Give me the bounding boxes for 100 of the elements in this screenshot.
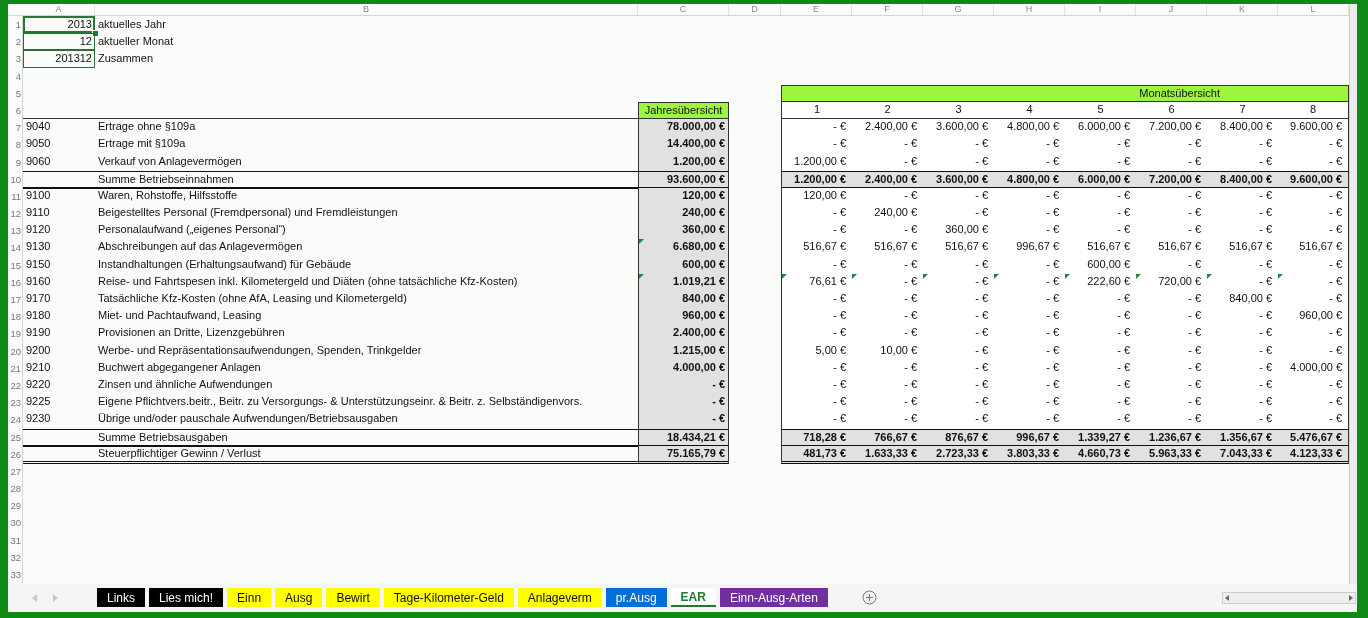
table-cell: 516,67 € [781, 239, 852, 257]
table-cell: 78.000,00 € [638, 119, 729, 137]
table-cell-text: 9220 [25, 376, 52, 392]
row-number: 21 [8, 359, 23, 377]
scroll-left-icon[interactable] [1223, 593, 1231, 602]
sheet-tab[interactable]: Einn [227, 588, 272, 608]
table-cell-text: aktueller Monat [97, 34, 175, 50]
add-sheet-icon[interactable] [861, 590, 877, 606]
table-cell-text: 9050 [25, 136, 52, 152]
table-cell: - € [994, 205, 1065, 223]
table-cell: - € [781, 119, 852, 137]
sheet-tab[interactable]: Lies mich! [149, 588, 224, 608]
horizontal-scrollbar[interactable] [1222, 591, 1356, 604]
table-cell-text: 9200 [25, 342, 52, 358]
sheet-tab[interactable]: pr.Ausg [605, 588, 667, 608]
row-number: 13 [8, 222, 23, 240]
table-cell-text: aktuelles Jahr [97, 17, 167, 32]
sheet-tab[interactable]: Einn-Ausg-Arten [719, 588, 828, 608]
table-cell: - € [638, 411, 729, 429]
scroll-right-icon[interactable] [1347, 593, 1355, 602]
row-number: 1 [8, 16, 23, 34]
table-cell: - € [638, 394, 729, 412]
table-cell: 2.400,00 € [852, 119, 923, 137]
vertical-scrollbar[interactable] [1349, 4, 1357, 584]
table-cell-text: 9180 [25, 308, 52, 324]
column-letter[interactable]: D [729, 4, 781, 15]
sheet-tab[interactable]: EAR [670, 588, 716, 608]
table-cell: - € [923, 325, 994, 343]
table-cell: - € [1278, 291, 1349, 309]
table-cell-text: Tatsächliche Kfz-Kosten (ohne AfA, Leasing und Kilometergeld) [97, 291, 408, 306]
table-cell: 14.400,00 € [638, 136, 729, 154]
sheet-tab[interactable]: Tage-Kilometer-Geld [383, 588, 514, 608]
column-letter[interactable]: A [23, 4, 95, 15]
table-cell-text: 9100 [25, 187, 52, 203]
table-cell: - € [1207, 411, 1278, 429]
table-cell: - € [1278, 205, 1349, 223]
column-letter[interactable]: B [95, 4, 638, 15]
sheet-tab[interactable]: Ausg [275, 588, 323, 608]
table-cell: - € [923, 205, 994, 223]
table-cell-text: Zinsen und ähnliche Aufwendungen [97, 376, 274, 392]
table-cell: - € [923, 394, 994, 412]
table-cell: - € [994, 411, 1065, 429]
table-cell: - € [994, 136, 1065, 154]
table-cell: 2.400,00 € [638, 325, 729, 343]
table-cell: Summe Betriebsausgaben [23, 428, 638, 447]
table-cell-text: Buchwert abgegangener Anlagen [97, 359, 262, 375]
table-cell: - € [852, 411, 923, 429]
sheet-tab[interactable]: Links [97, 588, 145, 608]
column-letter[interactable]: E [781, 4, 852, 15]
table-cell: - € [781, 394, 852, 412]
table-cell: - € [1065, 411, 1136, 429]
row-number: 20 [8, 342, 23, 360]
column-letter[interactable]: J [1136, 4, 1207, 15]
table-cell-text: Waren, Rohstoffe, Hilfsstoffe [97, 187, 239, 203]
column-letter[interactable]: K [1207, 4, 1278, 15]
table-cell: - € [1065, 222, 1136, 240]
table-cell: - € [994, 308, 1065, 326]
table-cell-text: Beigestelltes Personal (Fremdpersonal) und Fremdleistungen [97, 205, 399, 221]
table-cell-text: 9190 [25, 325, 52, 341]
table-cell: - € [1278, 394, 1349, 412]
table-cell: - € [781, 411, 852, 429]
column-letter[interactable]: G [923, 4, 994, 15]
table-cell: - € [1065, 291, 1136, 309]
sheet-tab[interactable]: Bewirt [326, 588, 380, 608]
table-cell-text: Werbe- und Repräsentationsaufwendungen, Spenden, Trinkgelder [97, 342, 423, 358]
table-cell: - € [1136, 411, 1207, 429]
table-cell: - € [1278, 136, 1349, 154]
table-cell[interactable]: 201312 [23, 50, 95, 68]
table-cell-text: Zusammen [97, 51, 155, 67]
row-number: 33 [8, 566, 23, 584]
table-cell[interactable]: 12 [23, 33, 95, 51]
row-number: 11 [8, 187, 23, 206]
table-cell: - € [1065, 394, 1136, 412]
table-cell: - € [1278, 411, 1349, 429]
table-cell-text: 9160 [25, 273, 52, 289]
table-cell: - € [1278, 325, 1349, 343]
table-cell: 516,67 € [1278, 239, 1349, 257]
sheet-tab[interactable]: Anlageverm [517, 588, 602, 608]
table-cell: - € [1136, 394, 1207, 412]
table-cell: 996,67 € [994, 239, 1065, 257]
column-letter[interactable]: C [638, 4, 729, 15]
row-number: 8 [8, 136, 23, 154]
table-cell: - € [852, 394, 923, 412]
table-cell: 3.600,00 € [923, 119, 994, 137]
column-letter[interactable]: H [994, 4, 1065, 15]
table-cell-text: 9225 [25, 394, 52, 410]
table-cell-text: 9170 [25, 291, 52, 306]
table-cell-text: Ertrage ohne §109a [97, 119, 197, 135]
column-header: Jahresübersicht [638, 101, 729, 120]
table-cell: - € [1065, 308, 1136, 326]
table-cell-text: 9120 [25, 222, 52, 238]
table-cell-text: Eigene Pflichtvers.beitr., Beitr. zu Versorgungs- & Unterstützungseinr. & Beitr. z. Selbständigenvors. [97, 394, 584, 410]
table-cell: 8.400,00 € [1207, 119, 1278, 137]
row-number: 19 [8, 325, 23, 343]
table-cell: 840,00 € [638, 291, 729, 309]
table-cell: 7.200,00 € [1136, 119, 1207, 137]
table-cell: - € [852, 291, 923, 309]
row-number: 2 [8, 33, 23, 51]
table-cell: 360,00 € [638, 222, 729, 240]
column-letter[interactable]: F [852, 4, 923, 15]
